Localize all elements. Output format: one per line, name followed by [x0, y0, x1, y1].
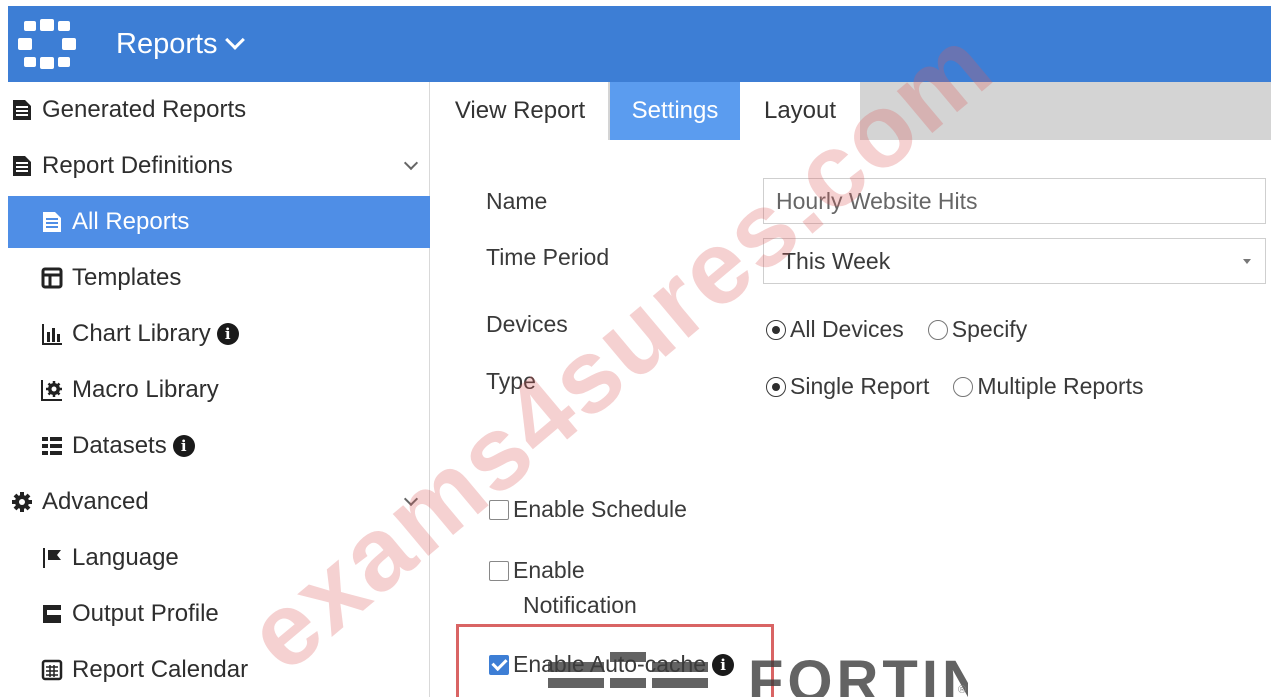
radio-label: All Devices [790, 316, 904, 342]
registered-mark: ® [958, 684, 967, 696]
name-label: Name [486, 188, 548, 214]
sidebar: Generated Reports Report Definitions All… [0, 82, 430, 697]
sidebar-item-label: Datasets [72, 432, 167, 459]
sidebar-item-label: Report Definitions [42, 152, 233, 179]
sidebar-item-datasets[interactable]: Datasets i [0, 420, 430, 472]
radio-label: Multiple Reports [977, 373, 1144, 399]
calendar-icon [40, 658, 64, 682]
radio-label: Specify [951, 316, 1028, 342]
sidebar-item-label: Advanced [42, 488, 149, 515]
sidebar-item-report-calendar[interactable]: Report Calendar [0, 644, 430, 696]
tab-layout[interactable]: Layout [740, 82, 860, 140]
module-title: Reports [116, 27, 218, 60]
sidebar-item-label: Language [72, 544, 179, 571]
sidebar-item-all-reports[interactable]: All Reports [8, 196, 430, 248]
time-period-select[interactable]: This Week [763, 238, 1266, 284]
type-label: Type [486, 368, 536, 394]
dropdown-arrow-icon [1243, 259, 1251, 264]
brand-text: FORTINET [748, 652, 968, 697]
sidebar-item-report-definitions[interactable]: Report Definitions [0, 140, 430, 192]
info-icon[interactable]: i [216, 323, 239, 345]
document-icon [40, 210, 64, 234]
sidebar-item-label: All Reports [72, 208, 190, 235]
radio-selected-icon [766, 376, 786, 397]
sidebar-item-label: Report Calendar [72, 656, 249, 683]
fortinet-logo: FORTINET [548, 652, 968, 697]
module-switcher[interactable]: Reports [116, 27, 245, 61]
chevron-down-icon [403, 155, 419, 171]
bar-chart-icon [40, 322, 64, 346]
template-icon [40, 266, 64, 290]
database-icon [40, 434, 64, 458]
sidebar-item-macro-library[interactable]: Macro Library [0, 364, 430, 416]
chevron-down-icon [224, 30, 245, 50]
info-icon[interactable]: i [172, 435, 195, 457]
sidebar-item-language[interactable]: Language [0, 532, 430, 584]
devices-radio-group: All Devices Specify [766, 316, 1027, 343]
devices-label: Devices [486, 311, 568, 337]
tab-settings[interactable]: Settings [610, 82, 740, 140]
report-tab-bar: View Report Settings Layout [432, 82, 1271, 140]
sidebar-item-label: Generated Reports [42, 96, 247, 123]
sidebar-item-chart-library[interactable]: Chart Library i [0, 308, 430, 360]
single-report-radio[interactable]: Single Report [766, 373, 929, 400]
document-icon [10, 154, 34, 178]
sidebar-item-generated-reports[interactable]: Generated Reports [0, 84, 430, 136]
grid-logo-icon[interactable] [18, 19, 76, 69]
enable-notification-checkbox[interactable]: Enable [489, 557, 585, 584]
chevron-down-icon [403, 491, 419, 507]
tab-view-report[interactable]: View Report [432, 82, 608, 140]
specify-radio[interactable]: Specify [927, 316, 1028, 343]
sidebar-item-label: Macro Library [72, 376, 219, 403]
checkbox-unchecked-icon [489, 499, 509, 520]
sidebar-item-templates[interactable]: Templates [0, 252, 430, 304]
time-period-label: Time Period [486, 244, 610, 270]
type-radio-group: Single Report Multiple Reports [766, 373, 1144, 400]
flag-icon [40, 546, 64, 570]
multiple-reports-radio[interactable]: Multiple Reports [953, 373, 1144, 400]
output-icon [40, 602, 64, 626]
checkbox-checked-icon [489, 654, 509, 675]
checkbox-label-continuation: Notification [523, 592, 637, 618]
all-devices-radio[interactable]: All Devices [766, 316, 904, 343]
radio-unselected-icon [953, 376, 974, 397]
radio-label: Single Report [790, 373, 930, 399]
document-icon [10, 98, 34, 122]
top-header-bar: Reports [8, 6, 1271, 82]
sidebar-item-advanced[interactable]: Advanced [0, 476, 430, 528]
sidebar-item-label: Templates [72, 264, 182, 291]
gear-icon [40, 378, 64, 402]
sidebar-item-label: Output Profile [72, 600, 219, 627]
radio-unselected-icon [927, 319, 948, 340]
checkbox-label: Enable [513, 557, 585, 583]
checkbox-label: Enable Schedule [513, 496, 687, 522]
sidebar-item-label: Chart Library [72, 320, 211, 347]
name-input[interactable] [763, 178, 1266, 224]
enable-schedule-checkbox[interactable]: Enable Schedule [489, 496, 687, 523]
radio-selected-icon [766, 319, 786, 340]
cog-icon [10, 490, 34, 514]
checkbox-unchecked-icon [489, 560, 509, 581]
sidebar-item-output-profile[interactable]: Output Profile [0, 588, 430, 640]
time-period-value: This Week [782, 247, 891, 274]
